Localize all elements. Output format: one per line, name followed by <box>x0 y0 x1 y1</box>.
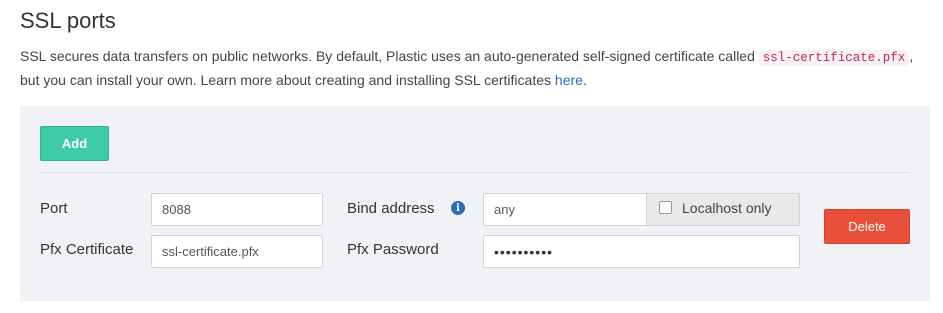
description: SSL secures data transfers on public net… <box>20 45 935 91</box>
port-input[interactable]: 8088 <box>151 193 323 226</box>
info-icon[interactable]: i <box>451 201 465 215</box>
divider <box>40 172 910 173</box>
page-title: SSL ports <box>20 8 116 33</box>
ssl-ports-panel: Add Port 8088 Bind address i any Localho… <box>20 106 930 301</box>
desc-text-end: . <box>582 72 587 88</box>
pfx-certificate-label: Pfx Certificate <box>40 241 134 258</box>
bind-address-input[interactable]: any <box>483 193 647 226</box>
pfx-password-input[interactable]: •••••••••• <box>483 235 800 268</box>
delete-button[interactable]: Delete <box>824 209 910 244</box>
localhost-only-addon: Localhost only <box>647 193 800 226</box>
pfx-certificate-input[interactable]: ssl-certificate.pfx <box>151 235 323 268</box>
pfx-password-label: Pfx Password <box>347 241 439 258</box>
bind-address-label: Bind address <box>347 200 435 217</box>
add-button[interactable]: Add <box>40 126 109 161</box>
localhost-only-label: Localhost only <box>682 200 772 216</box>
certificate-filename: ssl-certificate.pfx <box>758 50 910 66</box>
learn-more-link[interactable]: here <box>555 72 583 88</box>
port-label: Port <box>40 200 68 217</box>
localhost-only-checkbox[interactable] <box>659 201 672 214</box>
desc-text-1: SSL secures data transfers on public net… <box>20 48 759 64</box>
